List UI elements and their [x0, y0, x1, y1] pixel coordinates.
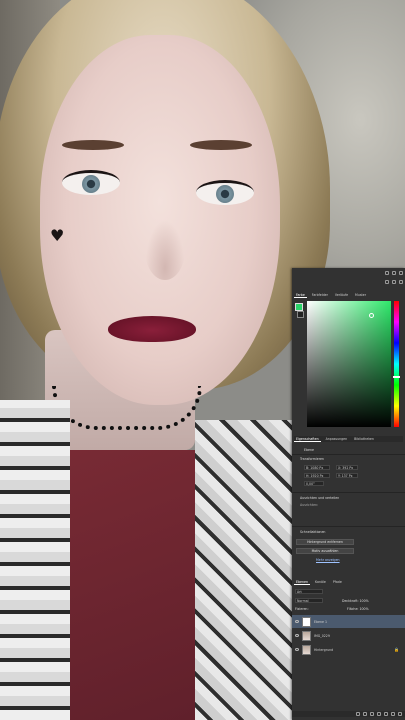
share-button-icon[interactable]: [399, 280, 403, 284]
fx-icon[interactable]: [363, 712, 367, 716]
visibility-eye-icon[interactable]: [295, 634, 299, 637]
angle-field[interactable]: 0,00°: [304, 481, 324, 486]
layer-row[interactable]: Ebene 1: [292, 615, 405, 628]
right-eyebrow: [190, 140, 252, 150]
lips: [108, 316, 196, 342]
select-subject-button[interactable]: Motiv auswählen: [296, 548, 354, 554]
color-picker-field[interactable]: [307, 301, 391, 427]
tab-gradients[interactable]: Verläufe: [333, 293, 350, 297]
divider: [292, 454, 405, 455]
align-label: Ausrichten:: [300, 503, 319, 507]
fill-field[interactable]: Fläche: 100%: [347, 607, 369, 611]
layers-bottom-bar: [292, 711, 405, 717]
visibility-eye-icon[interactable]: [295, 648, 299, 651]
height-field[interactable]: H: 1920 Px: [304, 473, 330, 478]
lock-label: Fixieren:: [295, 607, 309, 611]
new-layer-icon[interactable]: [391, 712, 395, 716]
link-icon[interactable]: [356, 712, 360, 716]
search-icon[interactable]: [385, 280, 389, 284]
lock-icon: 🔒: [394, 646, 399, 652]
background-color-swatch[interactable]: [297, 311, 304, 318]
quick-actions-title[interactable]: Schnellaktionen: [300, 530, 325, 534]
layer-thumbnail: [302, 630, 311, 641]
tab-layers[interactable]: Ebenen: [294, 580, 310, 585]
tab-libraries[interactable]: Bibliotheken: [352, 437, 376, 441]
show-more-link[interactable]: Mehr anzeigen: [316, 558, 340, 562]
picker-cursor[interactable]: [369, 313, 374, 318]
tab-paths[interactable]: Pfade: [331, 580, 344, 584]
tab-adjustments[interactable]: Anpassungen: [324, 437, 350, 441]
tab-patterns[interactable]: Muster: [353, 293, 368, 297]
right-eye: [196, 180, 254, 205]
tab-color[interactable]: Farbe: [294, 293, 307, 298]
heart-tattoo-icon: ♥: [50, 226, 65, 245]
flannel-right: [195, 420, 295, 720]
photoshop-panel: Farbe Farbfelder Verläufe Muster Eigensc…: [292, 268, 405, 720]
top-bar: [292, 270, 405, 276]
divider: [292, 492, 405, 493]
mask-icon[interactable]: [370, 712, 374, 716]
tab-properties[interactable]: Eigenschaften: [294, 437, 321, 442]
layer-name: Ebene 1: [314, 619, 328, 624]
layer-thumbnail: [302, 616, 311, 627]
blend-mode-select[interactable]: Normal: [295, 598, 323, 603]
transform-title[interactable]: Transformieren: [300, 457, 324, 461]
layers-tabs: Ebenen Kanäle Pfade: [294, 579, 403, 585]
left-eye: [62, 170, 120, 195]
color-tabs: Farbe Farbfelder Verläufe Muster: [294, 292, 403, 298]
opacity-field[interactable]: Deckkraft: 100%: [342, 599, 369, 603]
foreground-color-swatch[interactable]: [295, 303, 303, 311]
layer-filter-select[interactable]: Art: [295, 589, 323, 594]
visibility-eye-icon[interactable]: [295, 620, 299, 623]
divider: [292, 526, 405, 527]
layer-row[interactable]: Hintergrund 🔒: [292, 643, 405, 656]
layer-thumbnail: [302, 644, 311, 655]
options-bar: [292, 279, 405, 285]
workspace-icon[interactable]: [392, 280, 396, 284]
adjustment-icon[interactable]: [377, 712, 381, 716]
left-eyebrow: [62, 140, 124, 150]
folder-icon[interactable]: [384, 712, 388, 716]
nose: [145, 220, 185, 280]
flannel-left: [0, 400, 70, 720]
menu-icon[interactable]: [399, 271, 403, 275]
properties-tabs: Eigenschaften Anpassungen Bibliotheken: [294, 436, 403, 442]
remove-background-button[interactable]: Hintergrund entfernen: [296, 539, 354, 545]
trash-icon[interactable]: [398, 712, 402, 716]
choker: [52, 386, 202, 430]
tab-channels[interactable]: Kanäle: [313, 580, 328, 584]
hue-slider[interactable]: [393, 301, 400, 427]
align-title[interactable]: Ausrichten und verteilen: [300, 496, 339, 500]
layer-row[interactable]: IMG_0229: [292, 629, 405, 642]
window-icon[interactable]: [392, 271, 396, 275]
tab-swatches[interactable]: Farbfelder: [310, 293, 330, 297]
x-field[interactable]: X: 392 Px: [336, 465, 358, 470]
width-field[interactable]: B: 1080 Px: [304, 465, 330, 470]
y-field[interactable]: Y: 137 Px: [336, 473, 358, 478]
layer-type-label: Ebene: [304, 448, 314, 452]
layer-name: Hintergrund: [314, 647, 334, 652]
layer-name: IMG_0229: [314, 633, 330, 638]
hue-slider-knob[interactable]: [393, 376, 400, 378]
share-icon[interactable]: [385, 271, 389, 275]
